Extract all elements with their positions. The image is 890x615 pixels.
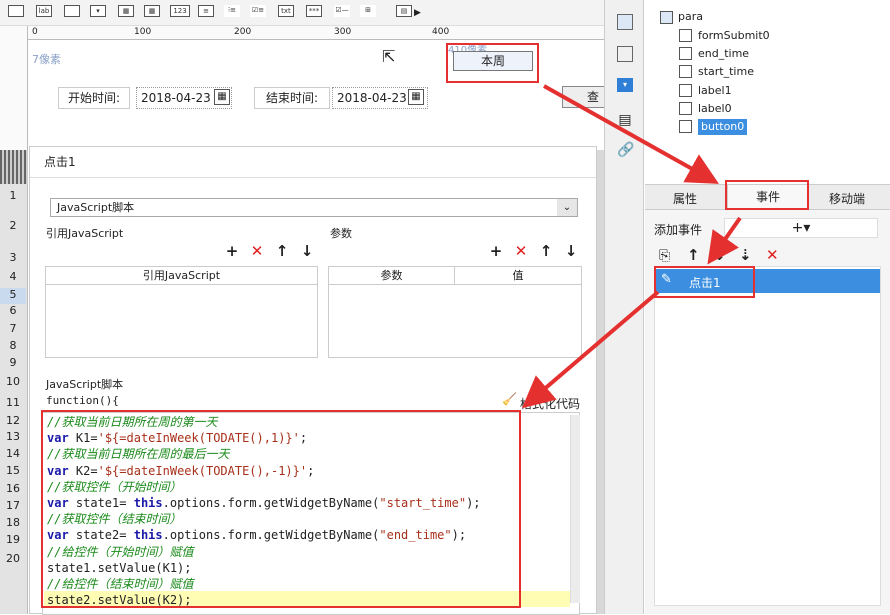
arrow-to-code: [521, 290, 660, 409]
arrow-to-event-item: [707, 216, 742, 265]
arrow-to-events-tab: [543, 84, 719, 184]
annotation-arrows: [521, 84, 742, 409]
